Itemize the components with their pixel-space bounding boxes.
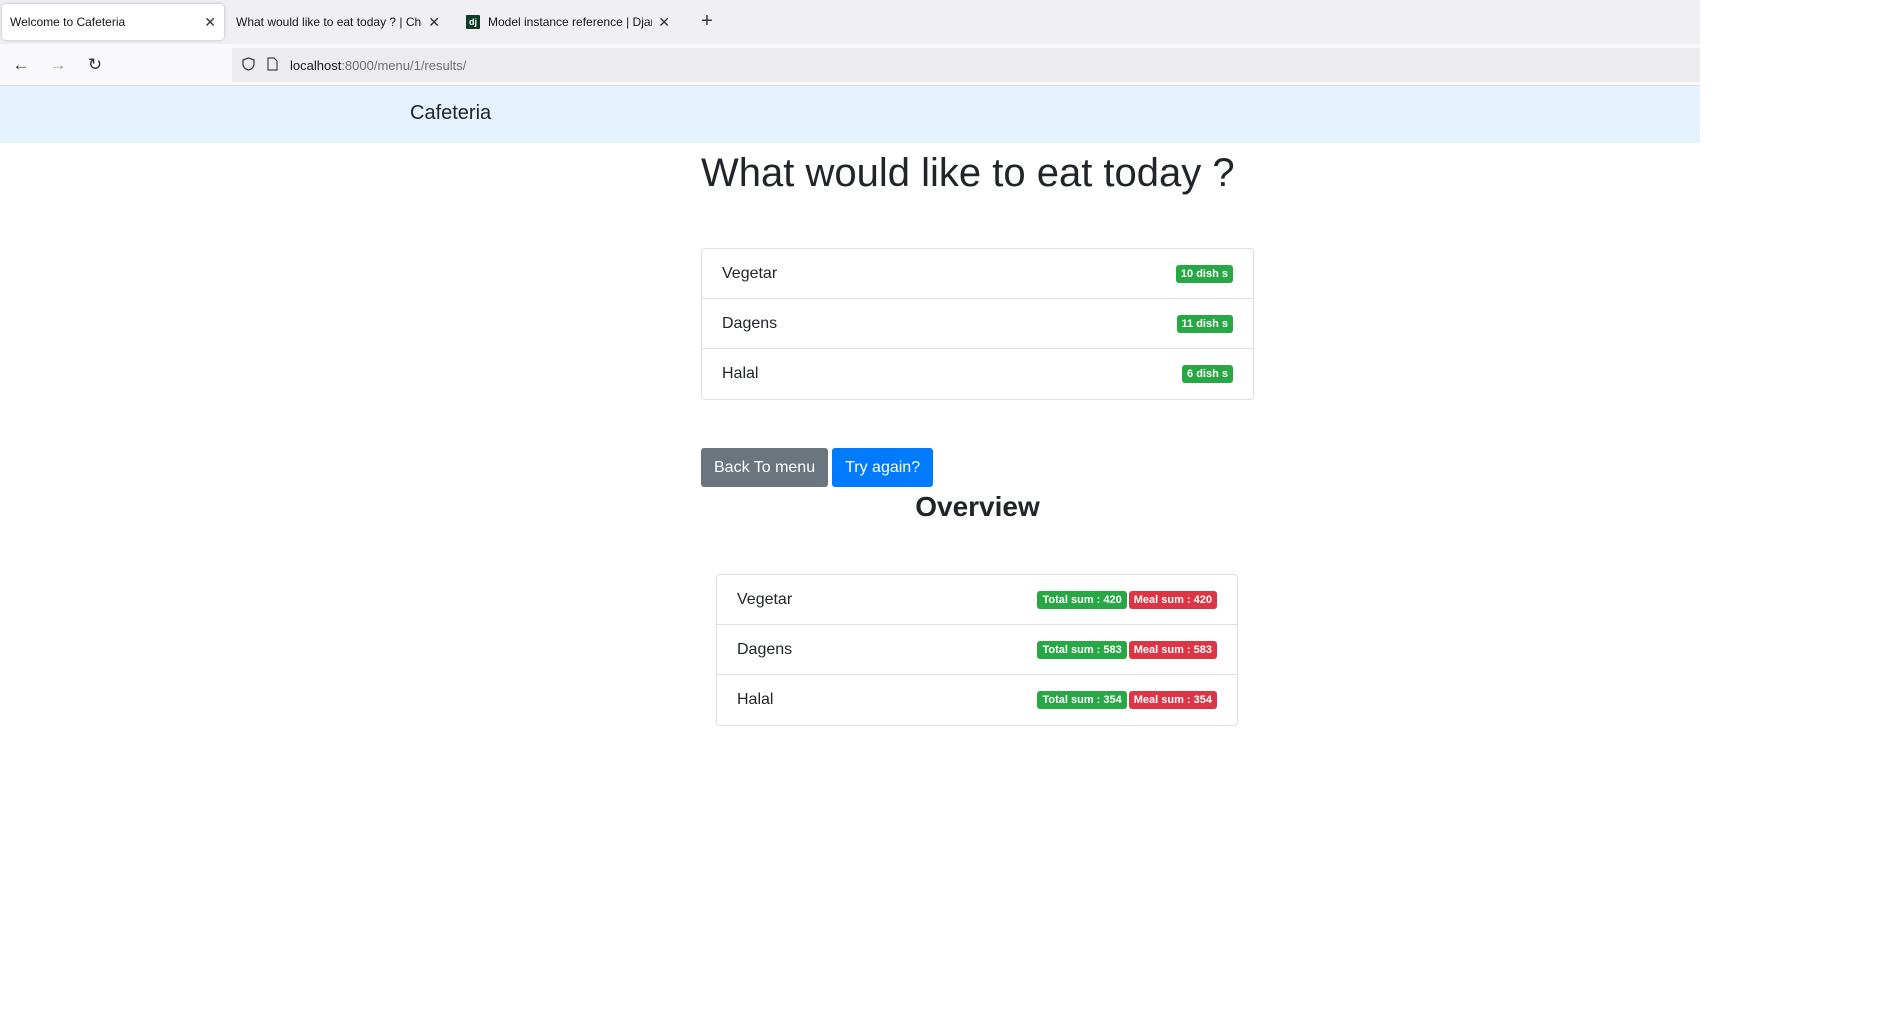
- url-path: :8000/menu/1/results/: [341, 57, 467, 73]
- list-item: Vegetar 10 dish s: [702, 249, 1253, 299]
- plus-icon[interactable]: +: [696, 10, 718, 32]
- sum-badges: Total sum : 354 Meal sum : 354: [1037, 691, 1217, 709]
- browser-toolbar: ← → ↻ localhost:8000/menu/1/results/: [0, 44, 1700, 86]
- total-sum-badge: Total sum : 420: [1037, 590, 1127, 609]
- choice-name: Vegetar: [722, 264, 778, 282]
- shield-icon[interactable]: [242, 56, 255, 74]
- list-item: Dagens 11 dish s: [702, 299, 1253, 349]
- page-title: What would like to eat today ?: [701, 151, 1235, 195]
- back-to-menu-button[interactable]: Back To menu: [701, 448, 829, 487]
- meal-sum-badge: Meal sum : 420: [1128, 590, 1217, 609]
- browser-chrome: Welcome to Cafeteria ✕ What would like t…: [0, 0, 1700, 86]
- page-icon: [267, 56, 278, 74]
- arrow-right-icon[interactable]: →: [46, 53, 70, 77]
- reload-icon[interactable]: ↻: [83, 53, 107, 77]
- total-sum-badge: Total sum : 583: [1037, 640, 1127, 659]
- overview-name: Halal: [737, 691, 774, 708]
- overview-title: Overview: [915, 491, 1040, 522]
- overview-list: Vegetar Total sum : 420 Meal sum : 420 D…: [716, 574, 1238, 726]
- dish-count-badge: 10 dish s: [1175, 264, 1233, 283]
- choice-name: Dagens: [722, 314, 778, 332]
- choice-list: Vegetar 10 dish s Dagens 11 dish s Halal…: [701, 248, 1254, 400]
- meal-sum-badge: Meal sum : 583: [1128, 640, 1217, 659]
- overview-name: Vegetar: [737, 590, 793, 608]
- url-host: localhost: [290, 57, 342, 73]
- choice-name: Halal: [722, 365, 759, 382]
- close-icon[interactable]: ✕: [428, 14, 440, 31]
- django-favicon-icon: dj: [466, 15, 480, 29]
- dish-count-badge: 6 dish s: [1182, 365, 1233, 383]
- close-icon[interactable]: ✕: [204, 14, 216, 31]
- tab-label: What would like to eat today ? | Cha: [236, 15, 423, 29]
- site-navbar: Cafeteria: [0, 86, 1700, 143]
- url-bar[interactable]: localhost:8000/menu/1/results/: [232, 48, 1700, 82]
- sum-badges: Total sum : 583 Meal sum : 583: [1037, 640, 1217, 659]
- tab-label: Welcome to Cafeteria: [10, 15, 126, 29]
- tab-bar: Welcome to Cafeteria ✕ What would like t…: [0, 0, 1700, 44]
- dish-count-badge: 11 dish s: [1176, 314, 1233, 333]
- total-sum-badge: Total sum : 354: [1037, 691, 1127, 709]
- tab-label: Model instance reference | Djan: [488, 15, 653, 29]
- list-item: Halal Total sum : 354 Meal sum : 354: [717, 675, 1237, 725]
- main-content: What would like to eat today ? Vegetar 1…: [701, 143, 1254, 726]
- overview-name: Dagens: [737, 640, 793, 658]
- brand-link[interactable]: Cafeteria: [410, 102, 491, 125]
- try-again-button[interactable]: Try again?: [832, 448, 934, 487]
- close-icon[interactable]: ✕: [658, 14, 670, 31]
- action-buttons: Back To menu Try again?: [701, 448, 1254, 487]
- list-item: Halal 6 dish s: [702, 349, 1253, 399]
- tab-welcome[interactable]: Welcome to Cafeteria ✕: [2, 4, 224, 40]
- list-item: Vegetar Total sum : 420 Meal sum : 420: [717, 575, 1237, 625]
- list-item: Dagens Total sum : 583 Meal sum : 583: [717, 625, 1237, 675]
- tab-django-docs[interactable]: dj Model instance reference | Djan ✕: [458, 4, 678, 40]
- meal-sum-badge: Meal sum : 354: [1128, 691, 1217, 709]
- tab-results[interactable]: What would like to eat today ? | Cha ✕: [228, 4, 448, 40]
- arrow-left-icon[interactable]: ←: [9, 53, 33, 77]
- sum-badges: Total sum : 420 Meal sum : 420: [1037, 590, 1217, 609]
